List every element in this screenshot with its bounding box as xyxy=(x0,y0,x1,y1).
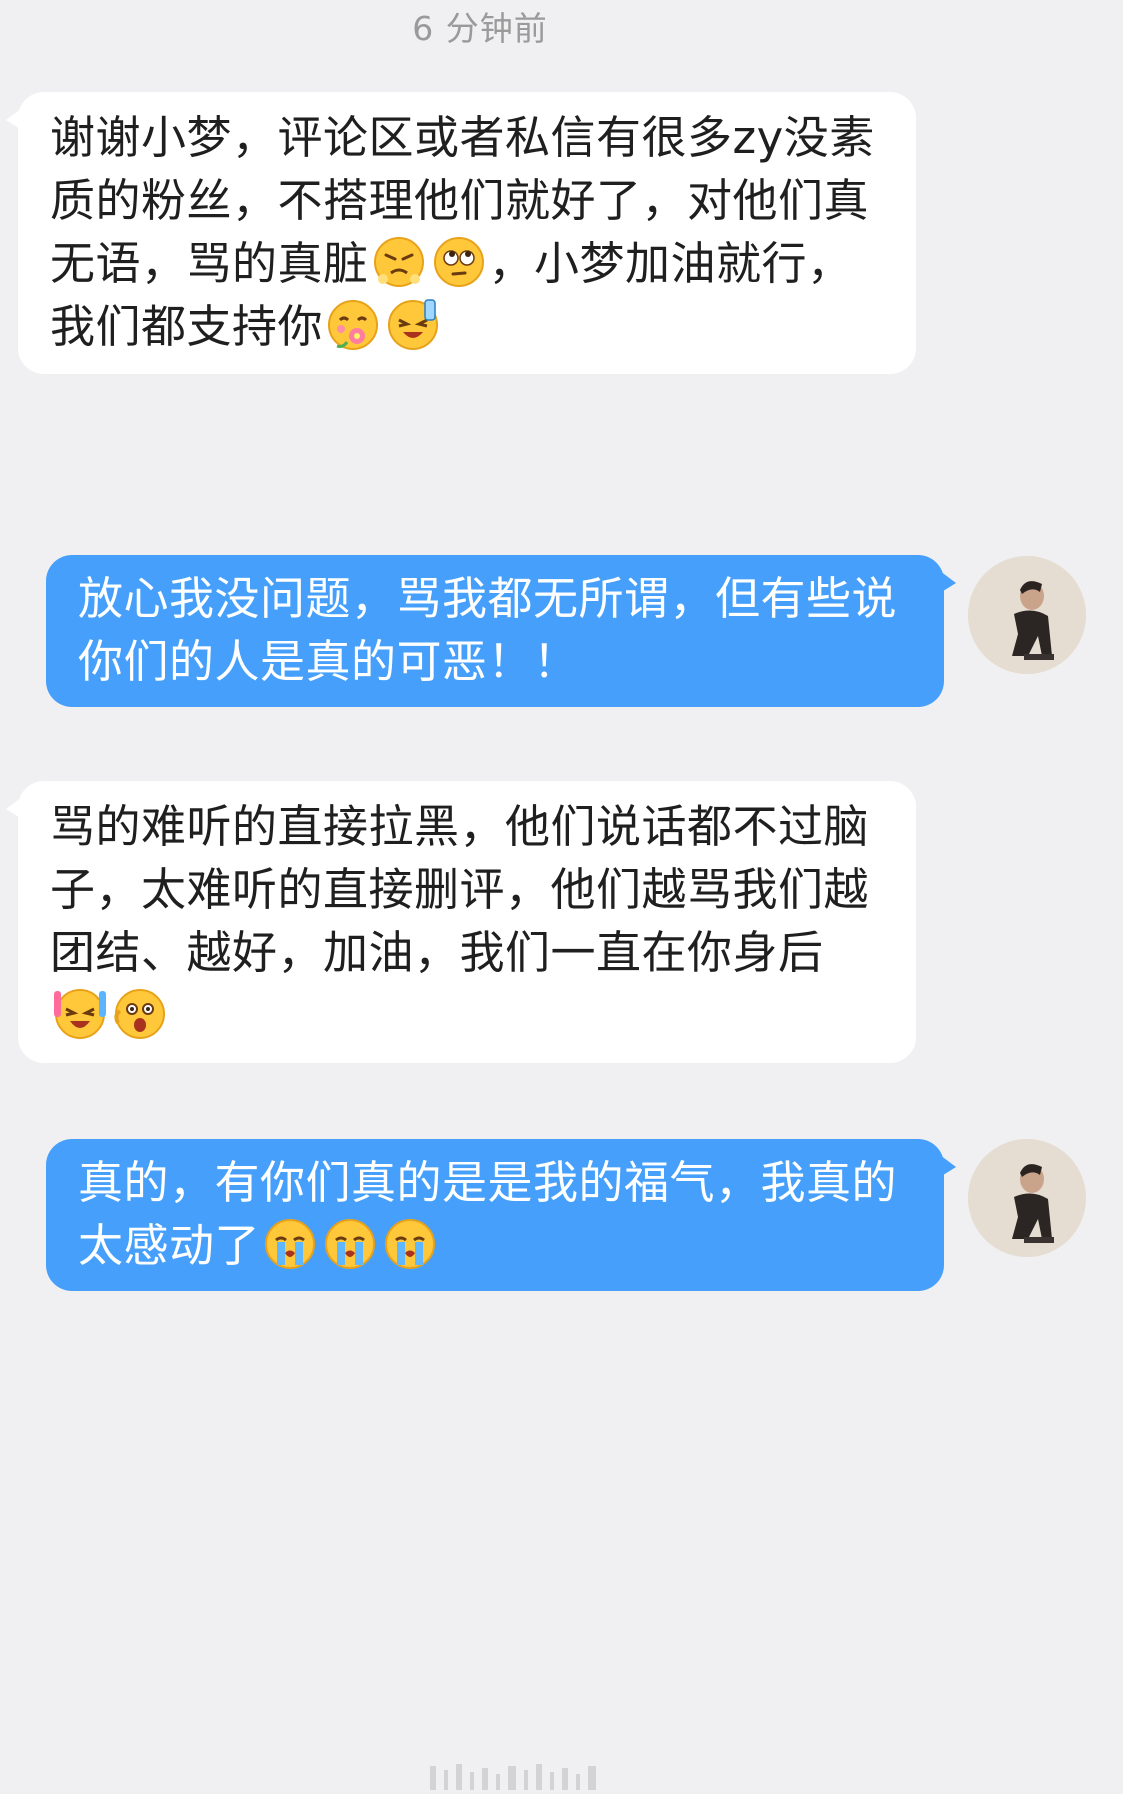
glowstick-face-emoji xyxy=(54,989,106,1039)
message-text: 骂的难听的直接拉黑，他们说话都不过脑子，太难听的直接删评，他们越骂我们越团结、越… xyxy=(50,800,870,979)
angry-face-emoji xyxy=(373,237,424,287)
received-message-bubble[interactable]: 谢谢小梦，评论区或者私信有很多zy没素质的粉丝，不搭理他们就好了，对他们真无语，… xyxy=(6,92,916,374)
user-avatar[interactable] xyxy=(968,556,1086,674)
excited-face-emoji xyxy=(114,989,165,1039)
message-text: 放心我没问题，骂我都无所谓，但有些说你们的人是真的可恶！！ xyxy=(78,572,898,688)
watermark-logo xyxy=(430,1764,690,1790)
crying-face-emoji xyxy=(385,1219,436,1269)
received-message-bubble[interactable]: 骂的难听的直接拉黑，他们说话都不过脑子，太难听的直接删评，他们越骂我们越团结、越… xyxy=(6,781,916,1063)
sent-message-bubble[interactable]: 真的，有你们真的是是我的福气，我真的太感动了 xyxy=(46,1139,956,1291)
cheer-face-emoji xyxy=(388,299,439,350)
user-avatar[interactable] xyxy=(968,1139,1086,1257)
flower-face-emoji xyxy=(328,300,379,350)
avatar-portrait-image xyxy=(968,556,1086,674)
message-text: 真的，有你们真的是是我的福气，我真的太感动了 xyxy=(78,1156,898,1272)
eye-roll-face-emoji xyxy=(433,237,484,287)
message-timestamp: 6 分钟前 xyxy=(412,9,548,48)
crying-face-emoji xyxy=(265,1219,316,1269)
sent-message-bubble[interactable]: 放心我没问题，骂我都无所谓，但有些说你们的人是真的可恶！！ xyxy=(46,555,956,707)
crying-face-emoji xyxy=(325,1219,376,1269)
avatar-portrait-image xyxy=(968,1139,1086,1257)
